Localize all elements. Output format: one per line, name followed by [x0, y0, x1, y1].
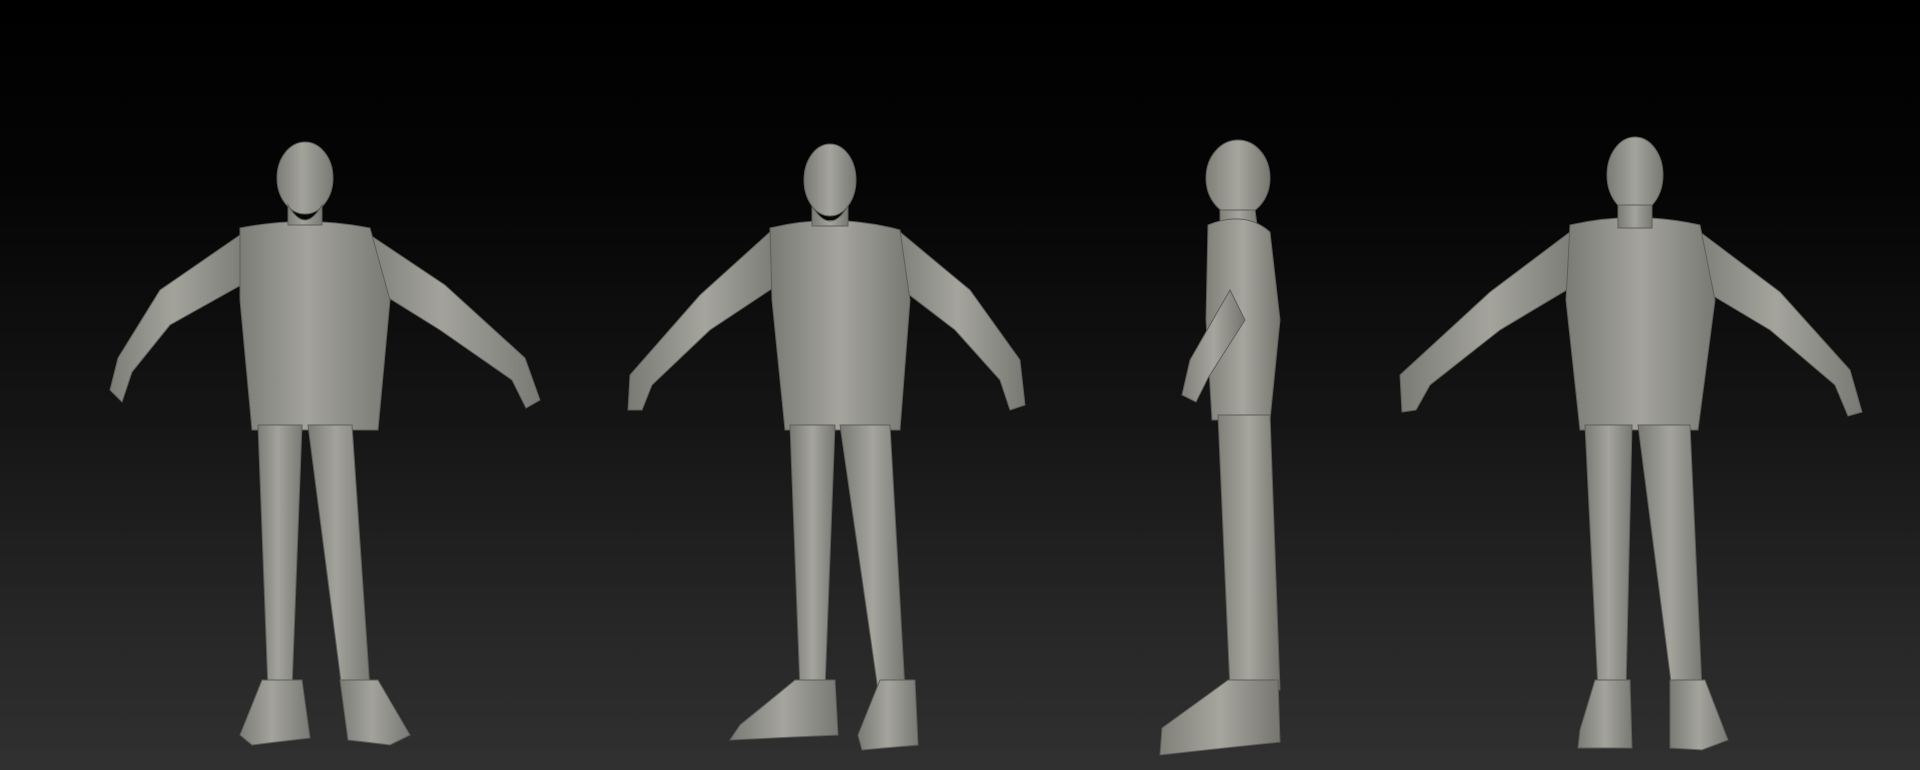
- character-three-quarter-view: [600, 0, 1060, 770]
- character-back-view: [1380, 0, 1880, 770]
- character-side-view: [1120, 0, 1340, 770]
- viewport-canvas: [0, 0, 1920, 770]
- character-front-view: [40, 0, 560, 770]
